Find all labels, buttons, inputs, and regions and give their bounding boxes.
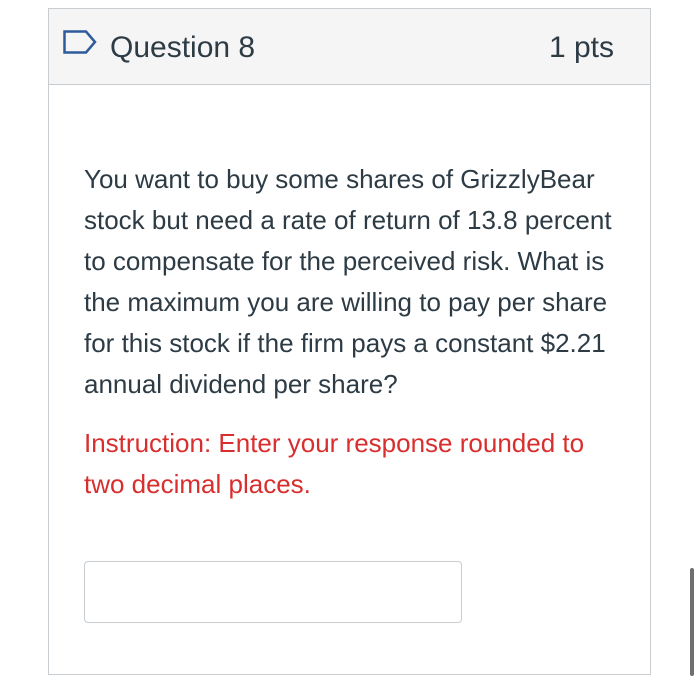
flag-question-icon[interactable] <box>62 29 98 55</box>
question-body: You want to buy some shares of GrizzlyBe… <box>84 159 624 505</box>
question-header: Question 8 1 pts <box>49 9 650 85</box>
question-card: Question 8 1 pts You want to buy some sh… <box>48 8 651 675</box>
question-points: 1 pts <box>548 31 614 64</box>
question-title: Question 8 <box>110 31 256 64</box>
question-text: You want to buy some shares of GrizzlyBe… <box>84 164 612 399</box>
instruction-text: Instruction: Enter your response rounded… <box>84 428 585 499</box>
scrollbar[interactable] <box>690 568 694 676</box>
answer-input[interactable] <box>84 561 462 623</box>
